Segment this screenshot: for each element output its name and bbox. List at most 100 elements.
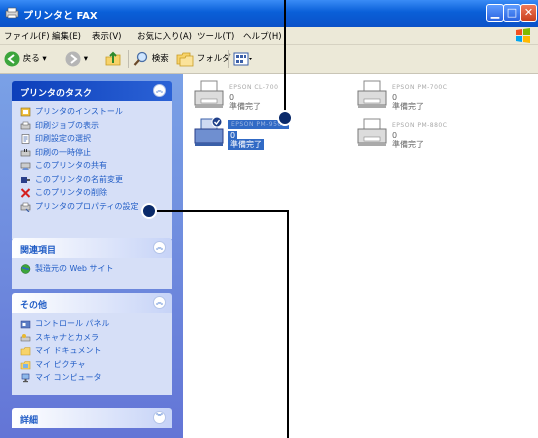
printer-icon: [194, 80, 224, 108]
forward-arrow-icon: [65, 51, 81, 66]
menu-edit[interactable]: 編集(E): [52, 30, 81, 42]
menu-file[interactable]: ファイル(F): [4, 30, 50, 42]
window-title: プリンタと FAX: [23, 11, 98, 22]
printer-name: EPSON PM-880C: [392, 122, 448, 129]
delete-icon: [20, 188, 31, 198]
minimize-icon: ▁: [490, 6, 500, 19]
place-control-panel[interactable]: コントロール パネル: [12, 317, 172, 331]
maximize-button[interactable]: □: [503, 4, 521, 22]
menu-bar: ファイル(F) 編集(E) 表示(V) お気に入り(A) ツール(T) ヘルプ(…: [0, 27, 538, 45]
folders-button[interactable]: フォルダ: [176, 50, 231, 68]
task-pane: プリンタのタスク ︽ プリンタのインストール 印刷ジョブの表示 印刷設定の選択: [0, 74, 183, 438]
chevron-down-icon: ▾: [42, 54, 47, 64]
my-pictures-icon: [20, 360, 31, 369]
other-places-title: その他: [20, 301, 48, 311]
task-label: このプリンタの削除: [35, 188, 107, 197]
menu-help[interactable]: ヘルプ(H): [243, 30, 282, 42]
place-label: コントロール パネル: [35, 319, 110, 328]
close-icon: ✕: [523, 6, 534, 19]
details-panel: 詳細 ︾: [12, 408, 172, 428]
menu-tools[interactable]: ツール(T): [197, 30, 234, 42]
default-printer-icon: [194, 116, 224, 146]
task-label: このプリンタの名前変更: [35, 174, 123, 184]
scanner-camera-icon: [20, 333, 31, 341]
folders-icon: [176, 52, 194, 66]
printers-and-fax-window: プリンタと FAX ▁ □ ✕ ファイル(F) 編集(E) 表示(V) お気に入…: [0, 0, 538, 438]
task-label: このプリンタの共有: [35, 161, 107, 170]
related-panel: 関連項目 ︽ 製造元の Web サイト: [12, 238, 172, 289]
back-button[interactable]: 戻る ▾: [4, 50, 47, 68]
maximize-icon: □: [506, 6, 518, 19]
menu-favorites[interactable]: お気に入り(A): [137, 30, 192, 42]
share-printer-icon: [20, 162, 31, 170]
printer-item-selected[interactable]: EPSON PM-950C 0 準備完了: [192, 116, 342, 150]
search-label: 検索: [151, 54, 169, 64]
search-icon: [133, 51, 148, 66]
callout-dot-properties: [141, 203, 157, 219]
task-label: プリンタのプロパティの設定: [35, 201, 139, 211]
title-bar[interactable]: プリンタと FAX ▁ □ ✕: [0, 0, 538, 27]
toolbar-separator: [228, 50, 229, 68]
control-panel-icon: [20, 320, 31, 329]
print-settings-icon: [21, 134, 30, 144]
printer-icon: [357, 80, 387, 108]
printer-fax-icon: [5, 7, 19, 19]
printer-list: EPSON CL-700 0 準備完了 EPSON PM-700C 0 準備完了…: [183, 74, 538, 438]
related-header[interactable]: 関連項目 ︽: [12, 238, 172, 258]
up-folder-icon: [105, 51, 121, 65]
callout-line-horizontal: [150, 210, 288, 212]
place-my-pictures[interactable]: マイ ピクチャ: [12, 358, 172, 372]
task-label: 印刷の一時停止: [35, 147, 91, 157]
printer-item[interactable]: EPSON PM-880C 0 準備完了: [355, 116, 505, 150]
task-label: 印刷設定の選択: [35, 134, 91, 143]
toolbar-separator: [128, 50, 129, 68]
task-pause-printing[interactable]: 印刷の一時停止: [12, 146, 172, 160]
printer-icon: [357, 118, 387, 146]
link-manufacturer-site[interactable]: 製造元の Web サイト: [12, 262, 172, 276]
search-button[interactable]: 検索: [133, 50, 169, 68]
forward-button[interactable]: ▾: [65, 50, 88, 68]
pause-printing-icon: [20, 148, 31, 156]
place-label: マイ ドキュメント: [35, 346, 102, 355]
callout-line-bottom: [287, 210, 289, 438]
folders-label: フォルダ: [196, 54, 231, 64]
printer-item[interactable]: EPSON CL-700 0 準備完了: [192, 78, 342, 112]
task-label: 印刷ジョブの表示: [35, 120, 99, 130]
back-arrow-icon: [4, 51, 20, 66]
collapse-chevron-icon[interactable]: ︽: [153, 84, 166, 97]
minimize-button[interactable]: ▁: [486, 4, 504, 22]
place-my-computer[interactable]: マイ コンピュータ: [12, 371, 172, 385]
place-my-documents[interactable]: マイ ドキュメント: [12, 344, 172, 358]
other-places-header[interactable]: その他 ︽: [12, 293, 172, 313]
printer-item[interactable]: EPSON PM-700C 0 準備完了: [355, 78, 505, 112]
collapse-chevron-icon[interactable]: ︽: [153, 241, 166, 254]
printer-name: EPSON CL-700: [229, 84, 279, 91]
place-scanners-cameras[interactable]: スキャナとカメラ: [12, 331, 172, 345]
related-title: 関連項目: [20, 246, 57, 256]
up-folder-button[interactable]: [105, 50, 122, 68]
windows-logo-icon: [516, 28, 530, 43]
place-label: マイ コンピュータ: [35, 373, 102, 382]
task-label: プリンタのインストール: [35, 107, 123, 116]
print-jobs-icon: [20, 121, 31, 129]
other-places-panel: その他 ︽ コントロール パネル スキャナとカメラ マイ ドキュメント マイ ピ…: [12, 293, 172, 395]
task-print-settings[interactable]: 印刷設定の選択: [12, 132, 172, 146]
task-share-printer[interactable]: このプリンタの共有: [12, 159, 172, 173]
task-delete-printer[interactable]: このプリンタの削除: [12, 186, 172, 200]
place-label: マイ ピクチャ: [35, 359, 86, 369]
task-view-print-jobs[interactable]: 印刷ジョブの表示: [12, 119, 172, 133]
callout-dot-printer: [277, 110, 293, 126]
toolbar: 戻る ▾ ▾ 検索 フォルダ: [0, 45, 538, 74]
place-label: スキャナとカメラ: [35, 332, 99, 342]
task-install-printer[interactable]: プリンタのインストール: [12, 105, 172, 119]
menu-view[interactable]: 表示(V): [92, 30, 121, 42]
task-rename-printer[interactable]: このプリンタの名前変更: [12, 173, 172, 187]
close-button[interactable]: ✕: [520, 4, 537, 22]
callout-line-top: [284, 0, 286, 117]
details-title: 詳細: [20, 416, 39, 426]
collapse-chevron-icon[interactable]: ︽: [153, 296, 166, 309]
printer-tasks-header[interactable]: プリンタのタスク ︽: [12, 81, 172, 101]
expand-chevron-icon[interactable]: ︾: [153, 411, 166, 424]
details-header[interactable]: 詳細 ︾: [12, 408, 172, 428]
views-button[interactable]: [233, 50, 253, 68]
